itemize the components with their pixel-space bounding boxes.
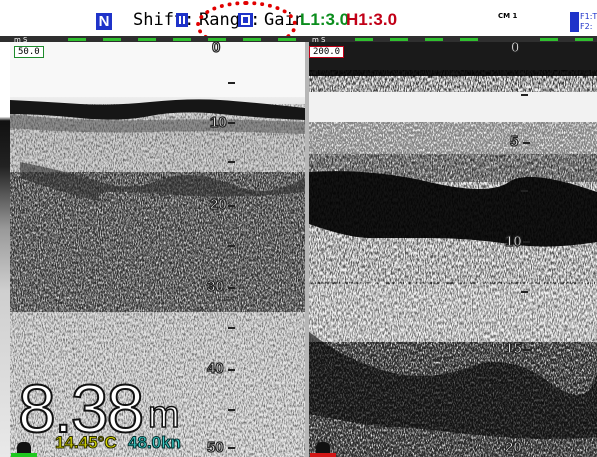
scale-dash (355, 38, 373, 41)
gain-high-value[interactable]: H1:3.0 (346, 10, 397, 30)
depth-tick (228, 287, 235, 289)
left-depth-label: 40 (206, 360, 224, 377)
depth-tick (228, 161, 235, 163)
right-range-unit: m S (312, 36, 326, 44)
depth-unit: m (147, 394, 180, 436)
depth-tick (228, 327, 235, 329)
scale-dash (103, 38, 121, 41)
right-depth-label: 20 (504, 439, 522, 456)
depth-tick (523, 142, 530, 144)
color-bar (0, 42, 10, 457)
right-echogram (309, 42, 597, 457)
water-temperature: 14.45°C (55, 433, 118, 452)
scale-dash (575, 38, 593, 41)
scale-dash (278, 38, 296, 41)
scale-dash (138, 38, 156, 41)
freq-label-f2: F2: (580, 22, 593, 31)
left-range-unit: m S (14, 36, 28, 44)
left-depth-label: 50 (206, 439, 224, 456)
right-depth-label: 15 (504, 340, 522, 357)
right-depth-label: 5 (509, 133, 519, 150)
depth-tick (228, 409, 235, 411)
boat-base-marker (310, 453, 336, 457)
left-range-value[interactable]: 50.0 (14, 46, 44, 58)
depth-tick (228, 245, 235, 247)
depth-tick (228, 205, 235, 207)
depth-tick (521, 291, 528, 293)
boat-icon (17, 442, 31, 453)
boat-icon (316, 442, 330, 453)
scale-dash (68, 38, 86, 41)
depth-tick (523, 349, 530, 351)
left-depth-label: 20 (209, 196, 227, 213)
boat-speed: 48.0kn (128, 433, 182, 452)
left-depth-label: 10 (209, 114, 227, 131)
scale-dash (460, 38, 478, 41)
depth-tick (228, 447, 235, 449)
depth-tick (521, 190, 528, 192)
right-depth-label: 10 (504, 233, 522, 250)
right-range-value[interactable]: 200.0 (309, 46, 345, 58)
panel-divider (305, 42, 309, 457)
scale-dash (390, 38, 408, 41)
depth-tick (521, 396, 528, 398)
left-depth-label: 0 (211, 39, 221, 56)
freq-label-f1: F1:TR (580, 12, 597, 21)
boat-base-marker (11, 453, 37, 457)
cm-icon[interactable]: CM 1 (498, 12, 517, 30)
scale-dash (173, 38, 191, 41)
shift-icon[interactable] (176, 13, 188, 27)
depth-tick (523, 241, 530, 243)
right-depth-label: 0 (510, 39, 520, 56)
scale-dash (540, 38, 558, 41)
left-depth-label: 30 (206, 278, 224, 295)
depth-tick (228, 122, 235, 124)
sonar-screen: N Shift: Range: Gain L1:3.0 H1:3.0 CM 1 … (0, 0, 597, 457)
scale-dash (243, 38, 261, 41)
depth-tick (521, 94, 528, 96)
gain-low-value[interactable]: L1:3.0 (300, 10, 349, 30)
mode-n-indicator[interactable]: N (96, 13, 112, 30)
depth-tick (228, 369, 235, 371)
scale-dash (425, 38, 443, 41)
top-status-bar: N Shift: Range: Gain L1:3.0 H1:3.0 CM 1 … (0, 0, 597, 49)
frequency-icon[interactable]: F1:TR F2: (570, 12, 597, 32)
depth-tick (228, 82, 235, 84)
